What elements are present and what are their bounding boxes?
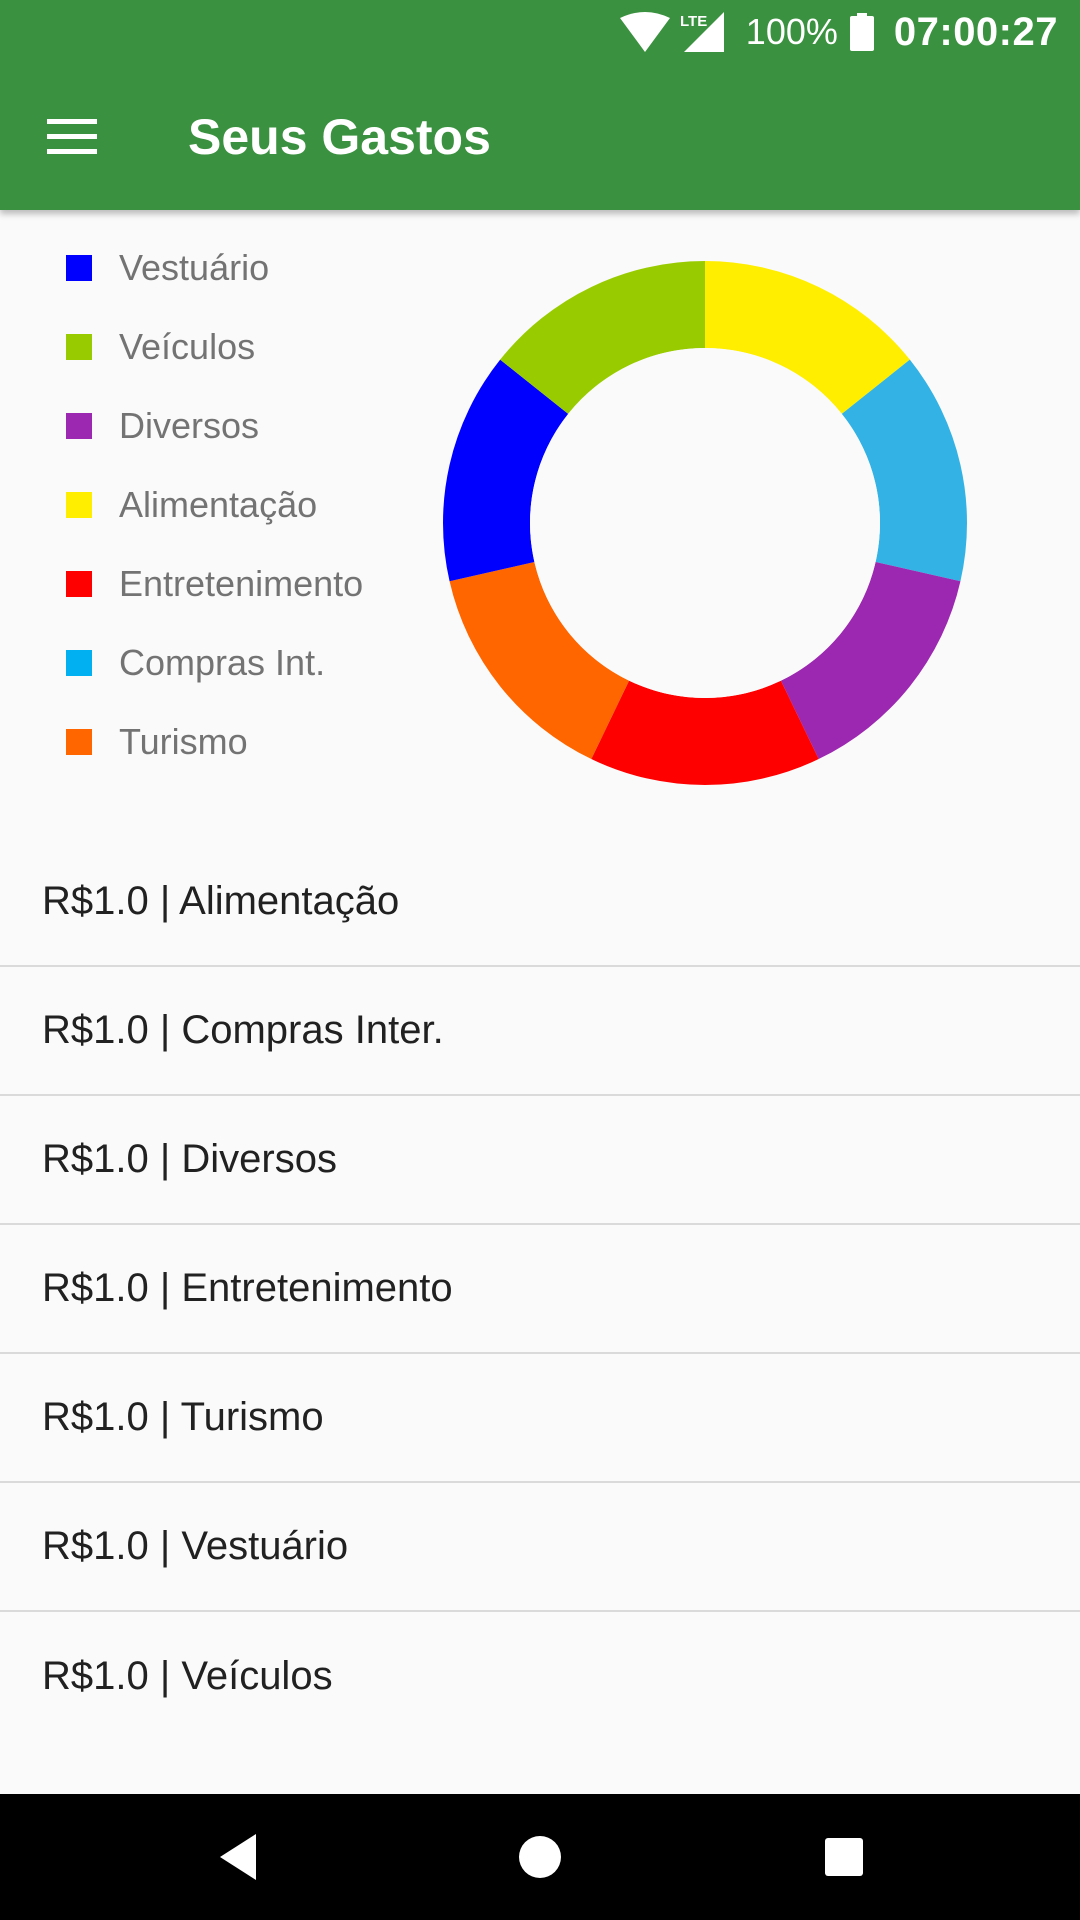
expense-text: R$1.0 | Vestuário	[42, 1524, 349, 1568]
wifi-icon	[619, 12, 670, 52]
recents-icon[interactable]	[812, 1825, 876, 1889]
toolbar: Seus Gastos	[0, 64, 1080, 210]
expense-list-item[interactable]: R$1.0 | Alimentação	[0, 838, 1080, 967]
expense-text: R$1.0 | Compras Inter.	[42, 1008, 444, 1052]
navigation-bar	[0, 1794, 1080, 1920]
status-bar: LTE 100% 07:00:27	[0, 0, 1080, 64]
expense-text: R$1.0 | Diversos	[42, 1137, 337, 1181]
status-icons: LTE 100% 07:00:27	[619, 8, 1058, 56]
expense-text: R$1.0 | Alimentação	[42, 879, 400, 923]
expense-list-item[interactable]: R$1.0 | Entretenimento	[0, 1225, 1080, 1354]
home-icon[interactable]	[508, 1825, 572, 1889]
expense-list-item[interactable]: R$1.0 | Veículos	[0, 1612, 1080, 1741]
battery-icon	[849, 13, 874, 51]
expense-list-item[interactable]: R$1.0 | Compras Inter.	[0, 967, 1080, 1096]
expense-text: R$1.0 | Entretenimento	[42, 1266, 453, 1310]
expense-list: R$1.0 | Alimentação R$1.0 | Compras Inter…	[0, 838, 1080, 1741]
battery-percentage: 100%	[745, 11, 838, 52]
page-title: Seus Gastos	[188, 109, 491, 165]
expense-list-item[interactable]: R$1.0 | Diversos	[0, 1096, 1080, 1225]
expense-text: R$1.0 | Veículos	[42, 1654, 333, 1698]
expense-list-item[interactable]: R$1.0 | Vestuário	[0, 1483, 1080, 1612]
hamburger-menu-icon[interactable]	[26, 101, 118, 173]
expense-chart: Vestuário Veículos Diversos Alimentação Entr…	[0, 210, 1080, 850]
app-bar: LTE 100% 07:00:27 Seus Gastos	[0, 0, 1080, 210]
donut-chart	[443, 261, 967, 786]
expense-list-item[interactable]: R$1.0 | Turismo	[0, 1354, 1080, 1483]
svg-text:LTE: LTE	[680, 13, 707, 30]
back-icon[interactable]	[206, 1825, 270, 1889]
expense-text: R$1.0 | Turismo	[42, 1395, 324, 1439]
lte-signal-icon: LTE	[678, 10, 726, 54]
clock: 07:00:27	[893, 9, 1058, 54]
donut-hole	[530, 348, 880, 698]
